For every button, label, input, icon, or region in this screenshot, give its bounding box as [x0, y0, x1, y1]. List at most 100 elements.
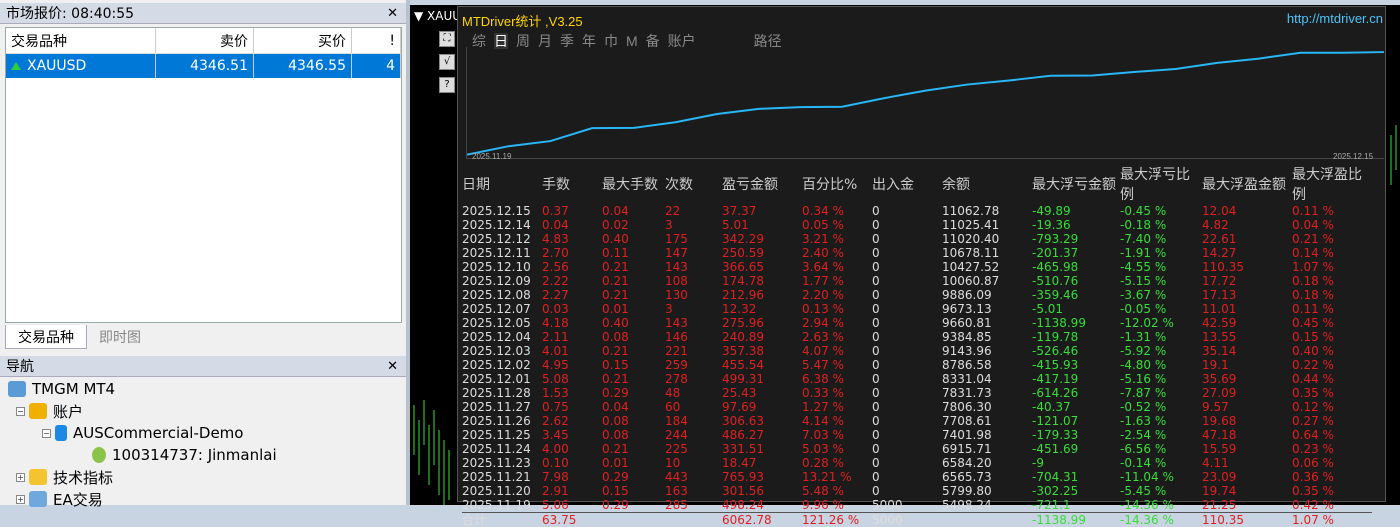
col-spread[interactable]: ! [352, 28, 401, 53]
navigator-panel: 导航 ✕ TMGM MT4 −账户 −AUSCommercial-Demo 100… [0, 356, 406, 505]
table-cell: 0 [872, 428, 942, 442]
table-cell: 11025.41 [942, 218, 1032, 232]
tree-item-indicators[interactable]: +技术指标 [8, 466, 277, 488]
table-cell: 0.21 % [1292, 232, 1372, 246]
col-header[interactable]: 日期 [462, 164, 542, 204]
table-cell: 212.96 [722, 288, 802, 302]
close-icon[interactable]: ✕ [385, 6, 400, 21]
table-cell: 13.21 % [802, 470, 872, 484]
table-cell: 0.04 [602, 204, 665, 218]
table-cell: 4.83 [542, 232, 602, 246]
table-cell: 0 [872, 456, 942, 470]
table-cell: -4.80 % [1120, 358, 1202, 372]
table-cell: 174.78 [722, 274, 802, 288]
table-cell [942, 513, 1032, 527]
equity-curve [466, 47, 1384, 159]
col-header[interactable]: 次数 [665, 164, 722, 204]
tree-item-account[interactable]: 100314737: Jinmanlai [8, 444, 277, 466]
table-cell: 9384.85 [942, 330, 1032, 344]
table-cell: -614.26 [1032, 386, 1120, 400]
table-cell: 498.24 [722, 498, 802, 513]
collapse-icon[interactable]: − [42, 429, 51, 438]
table-cell: 1.53 [542, 386, 602, 400]
tab-tick-chart[interactable]: 即时图 [87, 325, 153, 349]
table-cell: 163 [665, 484, 722, 498]
signal-icon[interactable]: √ [439, 54, 455, 70]
table-cell: -3.67 % [1120, 288, 1202, 302]
col-header[interactable]: 出入金 [872, 164, 942, 204]
table-cell: 9660.81 [942, 316, 1032, 330]
expand-icon[interactable]: + [16, 473, 25, 482]
table-cell: 0.21 [602, 260, 665, 274]
table-cell: 0.04 % [1292, 218, 1372, 232]
table-cell: -0.14 % [1120, 456, 1202, 470]
col-header[interactable]: 手数 [542, 164, 602, 204]
tree-item-accounts[interactable]: −账户 [8, 400, 277, 422]
table-row: 2025.11.195.060.29285498.249.96 %5000549… [462, 498, 1372, 513]
table-cell: 5000 [872, 498, 942, 513]
table-cell: 342.29 [722, 232, 802, 246]
symbol-row[interactable]: XAUUSD 4346.51 4346.55 4 [6, 54, 401, 78]
tree-item-server[interactable]: −AUSCommercial-Demo [8, 422, 277, 444]
table-cell: 9673.13 [942, 302, 1032, 316]
table-cell: 15.59 [1202, 442, 1292, 456]
col-ask[interactable]: 买价 [254, 28, 352, 53]
table-cell: 259 [665, 358, 722, 372]
table-cell: 499.31 [722, 372, 802, 386]
mtdriver-panel: MTDriver统计 ,V3.25 http://mtdriver.cn 综日周… [457, 6, 1386, 502]
help-icon[interactable]: ? [439, 77, 455, 93]
table-cell: -40.37 [1032, 400, 1120, 414]
table-cell: 10427.52 [942, 260, 1032, 274]
table-cell: -302.25 [1032, 484, 1120, 498]
curve-start-date: 2025.11.19 [472, 152, 511, 161]
col-header[interactable]: 最大浮亏金额 [1032, 164, 1120, 204]
table-cell: -7.40 % [1120, 232, 1202, 246]
table-cell: 0 [872, 386, 942, 400]
table-cell: 301.56 [722, 484, 802, 498]
table-cell: 0 [872, 358, 942, 372]
expand-icon[interactable]: + [16, 495, 25, 504]
col-header[interactable]: 百分比% [802, 164, 872, 204]
col-bid[interactable]: 卖价 [156, 28, 254, 53]
table-cell: -5.45 % [1120, 484, 1202, 498]
table-cell: 250.59 [722, 246, 802, 260]
table-row: 2025.11.281.530.294825.430.33 %07831.73-… [462, 386, 1372, 400]
col-header[interactable]: 最大浮盈比例 [1292, 164, 1372, 204]
table-cell: 4.00 [542, 442, 602, 456]
table-cell: 7.98 [542, 470, 602, 484]
table-row: 2025.12.124.830.40175342.293.21 %011020.… [462, 232, 1372, 246]
table-cell: 0.04 [602, 400, 665, 414]
table-cell: 6.38 % [802, 372, 872, 386]
table-cell: 5.08 [542, 372, 602, 386]
table-cell: -2.54 % [1120, 428, 1202, 442]
bid-value: 4346.51 [156, 54, 254, 78]
col-header[interactable]: 最大浮亏比例 [1120, 164, 1202, 204]
tab-symbols[interactable]: 交易品种 [5, 325, 87, 349]
col-header[interactable]: 最大手数 [602, 164, 665, 204]
table-cell: 47.18 [1202, 428, 1292, 442]
table-cell: 143 [665, 316, 722, 330]
table-cell: 17.72 [1202, 274, 1292, 288]
table-cell: 4.01 [542, 344, 602, 358]
table-cell: 10060.87 [942, 274, 1032, 288]
table-cell: 2.22 [542, 274, 602, 288]
table-cell: 1.07 % [1292, 260, 1372, 274]
navigator-title: 导航 [6, 356, 34, 376]
mtdriver-url[interactable]: http://mtdriver.cn [1287, 11, 1383, 26]
navigator-tree: TMGM MT4 −账户 −AUSCommercial-Demo 1003147… [8, 378, 277, 510]
table-cell: -7.87 % [1120, 386, 1202, 400]
col-header[interactable]: 盈亏金额 [722, 164, 802, 204]
curve-end-date: 2025.12.15 [1333, 152, 1373, 161]
col-header[interactable]: 最大浮盈金额 [1202, 164, 1292, 204]
table-row: 2025.12.150.370.042237.370.34 %011062.78… [462, 204, 1372, 218]
close-icon[interactable]: ✕ [385, 359, 400, 374]
col-header[interactable]: 余额 [942, 164, 1032, 204]
tree-item-root[interactable]: TMGM MT4 [8, 378, 277, 400]
table-cell: 244 [665, 428, 722, 442]
collapse-icon[interactable]: − [16, 407, 25, 416]
chart-mode-icon[interactable]: ⛶ [439, 31, 455, 47]
table-cell: 443 [665, 470, 722, 484]
col-symbol[interactable]: 交易品种 [6, 28, 156, 53]
table-cell: 0.35 % [1292, 386, 1372, 400]
tree-item-experts[interactable]: +EA交易 [8, 488, 277, 510]
